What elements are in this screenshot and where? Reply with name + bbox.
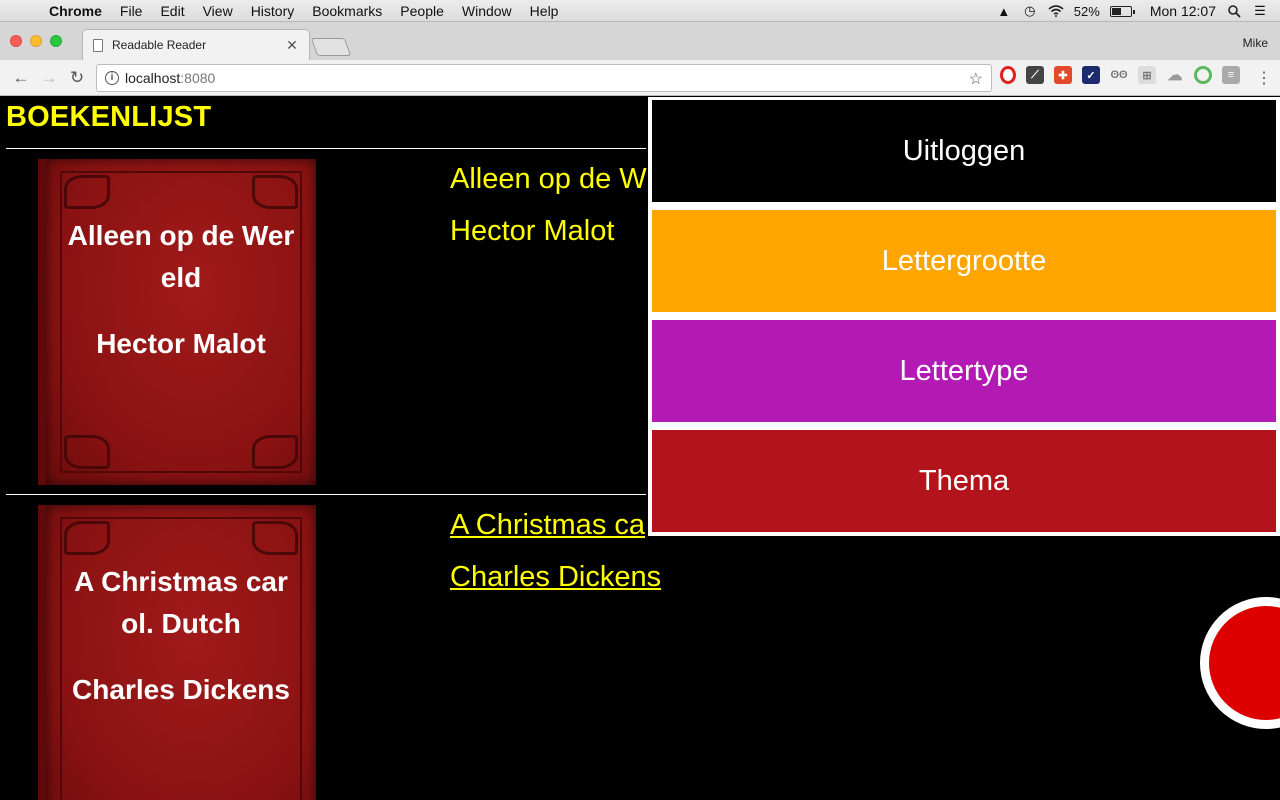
book-info: A Christmas ca Charles Dickens <box>450 499 661 603</box>
notification-center-icon[interactable]: ☰ <box>1252 3 1268 18</box>
browser-tab[interactable]: Readable Reader ✕ <box>82 29 310 60</box>
spotlight-search-icon[interactable] <box>1226 4 1242 18</box>
book-info: Alleen op de W Hector Malot <box>450 153 647 257</box>
page-icon <box>93 38 103 52</box>
cover-ornament <box>64 175 110 209</box>
book-title[interactable]: Alleen op de W <box>450 153 647 205</box>
opera-icon[interactable] <box>1000 66 1016 84</box>
menu-view[interactable]: View <box>194 3 242 19</box>
url-port: :8080 <box>180 70 216 86</box>
puzzle-icon[interactable]: ✚ <box>1054 66 1072 84</box>
rss-icon[interactable]: ≡ <box>1222 66 1240 84</box>
cover-frame <box>60 517 302 800</box>
battery-percent: 52% <box>1073 3 1100 19</box>
cover-ornament <box>252 435 298 469</box>
bird-icon[interactable]: ✓ <box>1082 66 1100 84</box>
menu-history[interactable]: History <box>242 3 304 19</box>
cover-title: A Christmas carol. Dutch <box>74 566 288 639</box>
book-cover[interactable]: A Christmas carol. Dutch Charles Dickens <box>38 505 316 800</box>
book-title-link[interactable]: A Christmas ca <box>450 509 645 541</box>
menu-file[interactable]: File <box>111 3 152 19</box>
back-button[interactable]: ← <box>8 65 34 91</box>
chrome-menu-icon[interactable]: ⋮ <box>1256 68 1272 88</box>
font-size-button[interactable]: Lettergrootte <box>652 210 1276 312</box>
cover-ornament <box>64 435 110 469</box>
chrome-tab-strip: Readable Reader ✕ Mike <box>0 22 1280 60</box>
cover-ornament <box>64 521 110 555</box>
grid-icon[interactable]: ⊞ <box>1138 66 1156 84</box>
menu-edit[interactable]: Edit <box>151 3 193 19</box>
wifi-icon[interactable] <box>1048 4 1064 18</box>
drive-icon[interactable]: ▲ <box>996 4 1012 19</box>
zoom-window-button[interactable] <box>50 35 62 47</box>
minimize-window-button[interactable] <box>30 35 42 47</box>
cover-ornament <box>252 521 298 555</box>
reload-button[interactable]: ↻ <box>64 65 90 91</box>
logout-button[interactable]: Uitloggen <box>652 100 1276 202</box>
settings-menu-overlay: Uitloggen Lettergrootte Lettertype Thema <box>648 97 1280 536</box>
cover-title: Alleen op de Wereld <box>67 220 295 293</box>
book-row[interactable]: A Christmas carol. Dutch Charles Dickens… <box>6 495 661 800</box>
address-bar[interactable]: i localhost:8080 ☆ <box>96 64 992 92</box>
cover-author: Charles Dickens <box>72 674 290 705</box>
time-machine-icon[interactable]: ◷ <box>1022 3 1038 18</box>
battery-icon[interactable] <box>1109 5 1135 17</box>
book-author-link[interactable]: Charles Dickens <box>450 561 661 593</box>
chrome-toolbar: ← → ↻ i localhost:8080 ☆ ⟋ ✚ ✓ ʘʘ ⊞ ☁ ≡ … <box>0 60 1280 96</box>
menu-help[interactable]: Help <box>521 3 568 19</box>
url-host: localhost <box>125 70 181 86</box>
bookmark-star-icon[interactable]: ☆ <box>969 69 983 89</box>
cloud-icon[interactable]: ☁ <box>1166 66 1184 84</box>
macos-menu-bar: Chrome File Edit View History Bookmarks … <box>0 0 1280 22</box>
window-controls <box>10 35 62 47</box>
feather-icon[interactable]: ⟋ <box>1026 66 1044 84</box>
theme-button[interactable]: Thema <box>652 430 1276 532</box>
menu-app-chrome[interactable]: Chrome <box>40 3 111 19</box>
font-type-button[interactable]: Lettertype <box>652 320 1276 422</box>
menu-bookmarks[interactable]: Bookmarks <box>303 3 391 19</box>
circle-icon[interactable] <box>1194 66 1212 84</box>
clock[interactable]: Mon 12:07 <box>1150 3 1216 19</box>
book-cover[interactable]: Alleen op de Wereld Hector Malot <box>38 159 316 485</box>
new-tab-button[interactable] <box>310 38 352 56</box>
menu-people[interactable]: People <box>391 3 453 19</box>
profile-name[interactable]: Mike <box>1243 36 1268 50</box>
page-title: BOEKENLIJST <box>6 101 212 133</box>
menu-window[interactable]: Window <box>453 3 521 19</box>
forward-button[interactable]: → <box>36 65 62 91</box>
cover-ornament <box>252 175 298 209</box>
tab-title: Readable Reader <box>112 38 207 52</box>
extension-icons: ⟋ ✚ ✓ ʘʘ ⊞ ☁ ≡ <box>1000 66 1240 84</box>
book-author: Hector Malot <box>450 215 615 247</box>
info-icon[interactable]: i <box>105 71 119 85</box>
eyes-icon[interactable]: ʘʘ <box>1110 66 1128 84</box>
book-row[interactable]: Alleen op de Wereld Hector Malot Alleen … <box>6 149 647 494</box>
cover-author: Hector Malot <box>96 328 266 359</box>
close-tab-icon[interactable]: ✕ <box>285 37 299 54</box>
close-window-button[interactable] <box>10 35 22 47</box>
